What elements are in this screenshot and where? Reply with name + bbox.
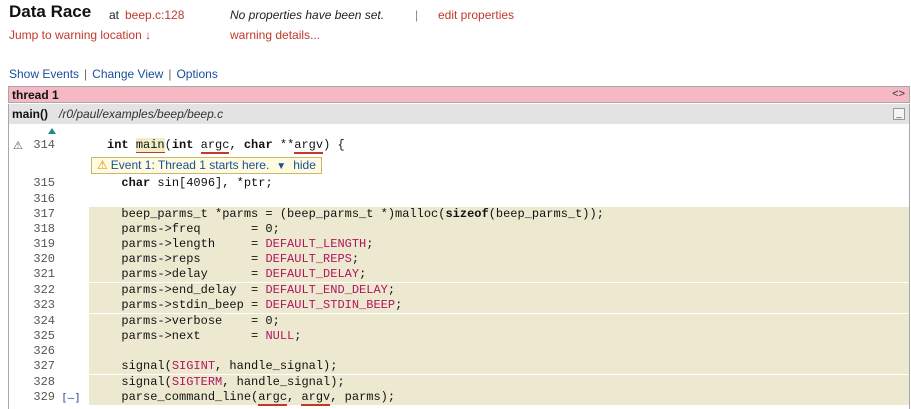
warning-icon: ⚠: [97, 158, 108, 172]
thread-toggle-icon[interactable]: <>: [892, 88, 905, 100]
line-number: 319: [33, 237, 55, 251]
code-line: 320 parms->reps = DEFAULT_REPS;: [9, 252, 909, 267]
code-text: parse_command_line(argc, argv, parms);: [89, 390, 909, 406]
no-properties-text: No properties have been set.: [230, 8, 385, 22]
code-line: ⚠ 314 int main(int argc, char **argv) {: [9, 138, 909, 154]
location-link[interactable]: beep.c:128: [125, 8, 184, 22]
code-line: 316: [9, 192, 909, 207]
code-text: parms->freq = 0;: [89, 222, 909, 237]
line-number: 328: [33, 375, 55, 389]
code-text: [89, 344, 909, 359]
minimize-icon[interactable]: _: [893, 108, 905, 120]
code-line: 315 char sin[4096], *ptr;: [9, 176, 909, 191]
line-number: 320: [33, 252, 55, 266]
line-number: 314: [33, 138, 55, 152]
collapse-toggle[interactable]: [–]: [61, 390, 81, 405]
line-number: 315: [33, 176, 55, 190]
code-line: 317 beep_parms_t *parms = (beep_parms_t …: [9, 207, 909, 222]
line-number: 324: [33, 314, 55, 328]
code-text: parms->delay = DEFAULT_DELAY;: [89, 267, 909, 282]
options-link[interactable]: Options: [176, 67, 217, 81]
code-line: 325 parms->next = NULL;: [9, 329, 909, 344]
code-line: 319 parms->length = DEFAULT_LENGTH;: [9, 237, 909, 252]
code-line: 327 signal(SIGINT, handle_signal);: [9, 359, 909, 374]
function-bar: main() /r0/paul/examples/beep/beep.c _: [8, 104, 910, 124]
line-number: 325: [33, 329, 55, 343]
code-text: parms->length = DEFAULT_LENGTH;: [89, 237, 909, 252]
code-line: 323 parms->stdin_beep = DEFAULT_STDIN_BE…: [9, 298, 909, 313]
code-text: signal(SIGTERM, handle_signal);: [89, 375, 909, 390]
line-number: 326: [33, 344, 55, 358]
code-text: parms->next = NULL;: [89, 329, 909, 344]
at-label: at: [109, 8, 120, 22]
line-number: 329: [33, 390, 55, 404]
code-text: int main(int argc, char **argv) {: [107, 138, 345, 154]
code-line: 324 parms->verbose = 0;: [9, 314, 909, 329]
line-number: 323: [33, 298, 55, 312]
warning-details-link[interactable]: warning details...: [230, 28, 320, 42]
thread-bar: thread 1 <>: [8, 86, 910, 103]
edit-properties-link[interactable]: edit properties: [438, 8, 514, 22]
code-line: 328 signal(SIGTERM, handle_signal);: [9, 375, 909, 390]
change-view-link[interactable]: Change View: [92, 67, 163, 81]
jump-to-warning-link[interactable]: Jump to warning location ↓: [9, 28, 151, 42]
event-popup: ⚠ Event 1: Thread 1 starts here. ▼ hide: [91, 157, 322, 174]
event-dropdown-icon[interactable]: ▼: [276, 161, 286, 172]
warning-icon: ⚠: [13, 139, 23, 152]
links-separator: |: [84, 67, 88, 81]
show-events-link[interactable]: Show Events: [9, 67, 79, 81]
header-separator: |: [415, 8, 419, 22]
line-number: 321: [33, 267, 55, 281]
scroll-up-icon[interactable]: [48, 128, 56, 134]
view-links: Show Events | Change View | Options: [9, 67, 218, 81]
event-text: Event 1: Thread 1 starts here.: [110, 158, 270, 172]
line-number: 316: [33, 192, 55, 206]
code-text: parms->end_delay = DEFAULT_END_DELAY;: [89, 283, 909, 298]
code-text: signal(SIGINT, handle_signal);: [89, 359, 909, 374]
line-number: 322: [33, 283, 55, 297]
code-line: 318 parms->freq = 0;: [9, 222, 909, 237]
code-text: parms->stdin_beep = DEFAULT_STDIN_BEEP;: [89, 298, 909, 313]
function-name: main(): [12, 107, 48, 121]
code-text: beep_parms_t *parms = (beep_parms_t *)ma…: [89, 207, 909, 222]
code-line: 326: [9, 344, 909, 359]
code-line: 322 parms->end_delay = DEFAULT_END_DELAY…: [9, 283, 909, 298]
links-separator: |: [168, 67, 172, 81]
code-text: char sin[4096], *ptr;: [121, 176, 273, 190]
code-text: parms->reps = DEFAULT_REPS;: [89, 252, 909, 267]
line-number: 317: [33, 207, 55, 221]
page-title: Data Race: [9, 2, 92, 21]
line-number: 327: [33, 359, 55, 373]
code-line: 329 [–] parse_command_line(argc, argv, p…: [9, 390, 909, 406]
file-path: /r0/paul/examples/beep/beep.c: [59, 107, 224, 121]
hide-event-link[interactable]: hide: [293, 158, 316, 172]
code-line: 321 parms->delay = DEFAULT_DELAY;: [9, 267, 909, 282]
code-text: parms->verbose = 0;: [89, 314, 909, 329]
line-number: 318: [33, 222, 55, 236]
thread-label: thread 1: [12, 88, 59, 102]
